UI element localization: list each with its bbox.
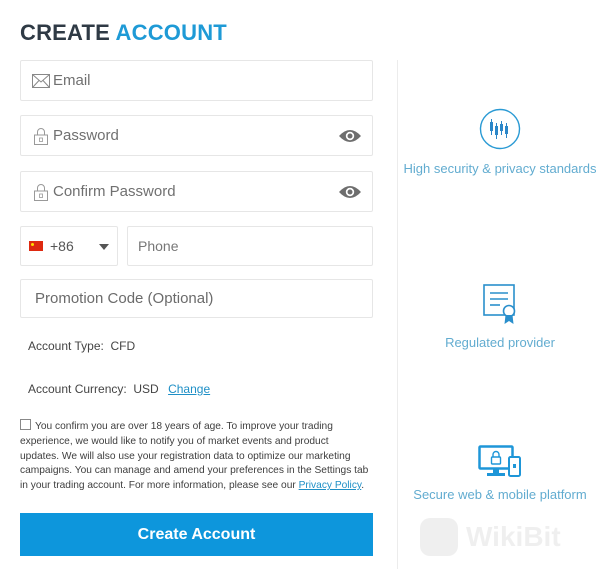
feature-security-label: High security & privacy standards [403,161,597,176]
feature-platform-label: Secure web & mobile platform [413,487,587,502]
page-title: CREATE ACCOUNT [20,20,227,46]
account-type-label: Account Type: [28,339,104,353]
feature-platform: Secure web & mobile platform [400,445,600,503]
phone-input[interactable]: Phone [127,226,373,266]
password-field[interactable]: Password [20,115,373,156]
phone-placeholder: Phone [138,238,179,254]
account-currency-row: Account Currency: USD Change [28,382,210,396]
show-confirm-password-eye-icon[interactable] [338,184,362,200]
feature-regulated-label: Regulated provider [445,335,555,350]
vertical-divider [397,60,398,569]
change-currency-link[interactable]: Change [168,382,210,396]
password-placeholder: Password [53,127,119,144]
show-password-eye-icon[interactable] [338,128,362,144]
consent-suffix: . [361,480,365,492]
china-flag-icon [29,241,43,251]
watermark: WikiBit [420,515,590,559]
consent-checkbox[interactable] [20,419,31,430]
lock-icon [31,182,51,202]
account-currency-value: USD [133,382,159,396]
desktop-mobile-lock-icon [478,445,521,477]
promotion-code-placeholder: Promotion Code (Optional) [35,290,214,307]
account-type-row: Account Type: CFD [28,339,135,353]
promotion-code-input[interactable]: Promotion Code (Optional) [20,279,373,318]
watermark-logo-icon [420,518,458,556]
feature-regulated: Regulated provider [400,284,600,351]
chevron-down-icon [99,244,109,250]
consent-block: You confirm you are over 18 years of age… [20,419,370,494]
create-account-button[interactable]: Create Account [20,513,373,556]
lock-icon [31,126,51,146]
email-field[interactable]: Email [20,60,373,101]
certificate-icon [483,284,516,324]
confirm-password-field[interactable]: Confirm Password [20,171,373,212]
title-account: ACCOUNT [115,20,227,45]
account-type-value: CFD [110,339,136,353]
confirm-password-placeholder: Confirm Password [53,183,176,200]
account-currency-label: Account Currency: [28,382,127,396]
title-create: CREATE [20,20,111,45]
watermark-text: WikiBit [466,521,561,552]
country-code-value: +86 [50,238,74,254]
privacy-policy-link[interactable]: Privacy Policy [299,480,362,491]
candlestick-chart-icon [479,108,521,150]
feature-security: High security & privacy standards [400,108,600,177]
envelope-icon [31,71,51,91]
country-code-select[interactable]: +86 [20,226,118,266]
email-placeholder: Email [53,72,91,89]
